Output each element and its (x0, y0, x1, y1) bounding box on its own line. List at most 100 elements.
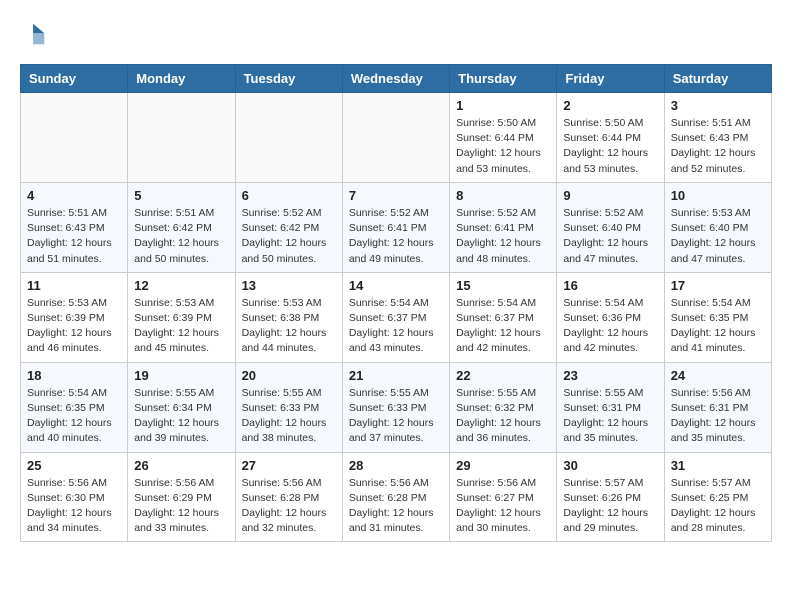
day-info: Sunrise: 5:57 AMSunset: 6:26 PMDaylight:… (563, 476, 657, 537)
day-number: 30 (563, 458, 657, 473)
day-number: 31 (671, 458, 765, 473)
day-number: 7 (349, 188, 443, 203)
calendar-week-row: 18 Sunrise: 5:54 AMSunset: 6:35 PMDayligh… (21, 362, 772, 452)
calendar-day-cell: 2 Sunrise: 5:50 AMSunset: 6:44 PMDaylight… (557, 93, 664, 183)
day-number: 1 (456, 98, 550, 113)
day-number: 11 (27, 278, 121, 293)
calendar-day-cell (21, 93, 128, 183)
day-number: 22 (456, 368, 550, 383)
day-number: 13 (242, 278, 336, 293)
calendar-day-cell: 25 Sunrise: 5:56 AMSunset: 6:30 PMDayligh… (21, 452, 128, 542)
calendar-day-cell: 10 Sunrise: 5:53 AMSunset: 6:40 PMDayligh… (664, 182, 771, 272)
day-info: Sunrise: 5:52 AMSunset: 6:41 PMDaylight:… (456, 206, 550, 267)
calendar-day-cell: 9 Sunrise: 5:52 AMSunset: 6:40 PMDaylight… (557, 182, 664, 272)
day-header-thursday: Thursday (450, 65, 557, 93)
calendar-day-cell: 31 Sunrise: 5:57 AMSunset: 6:25 PMDayligh… (664, 452, 771, 542)
day-info: Sunrise: 5:56 AMSunset: 6:28 PMDaylight:… (349, 476, 443, 537)
calendar-day-cell: 28 Sunrise: 5:56 AMSunset: 6:28 PMDayligh… (342, 452, 449, 542)
day-number: 29 (456, 458, 550, 473)
day-number: 12 (134, 278, 228, 293)
calendar-day-cell (342, 93, 449, 183)
day-number: 27 (242, 458, 336, 473)
day-info: Sunrise: 5:55 AMSunset: 6:32 PMDaylight:… (456, 386, 550, 447)
calendar-day-cell: 26 Sunrise: 5:56 AMSunset: 6:29 PMDayligh… (128, 452, 235, 542)
day-number: 9 (563, 188, 657, 203)
calendar-week-row: 4 Sunrise: 5:51 AMSunset: 6:43 PMDaylight… (21, 182, 772, 272)
logo-icon (20, 20, 48, 48)
day-number: 2 (563, 98, 657, 113)
day-info: Sunrise: 5:53 AMSunset: 6:38 PMDaylight:… (242, 296, 336, 357)
day-number: 15 (456, 278, 550, 293)
calendar-day-cell: 18 Sunrise: 5:54 AMSunset: 6:35 PMDayligh… (21, 362, 128, 452)
day-number: 5 (134, 188, 228, 203)
day-info: Sunrise: 5:54 AMSunset: 6:35 PMDaylight:… (27, 386, 121, 447)
day-info: Sunrise: 5:54 AMSunset: 6:36 PMDaylight:… (563, 296, 657, 357)
day-number: 25 (27, 458, 121, 473)
day-header-saturday: Saturday (664, 65, 771, 93)
day-number: 19 (134, 368, 228, 383)
calendar-week-row: 11 Sunrise: 5:53 AMSunset: 6:39 PMDayligh… (21, 272, 772, 362)
day-number: 28 (349, 458, 443, 473)
day-info: Sunrise: 5:52 AMSunset: 6:40 PMDaylight:… (563, 206, 657, 267)
day-info: Sunrise: 5:56 AMSunset: 6:27 PMDaylight:… (456, 476, 550, 537)
calendar-day-cell: 23Sunrise: 5:55 AMSunset: 6:31 PMDayligh… (557, 362, 664, 452)
calendar-day-cell: 20 Sunrise: 5:55 AMSunset: 6:33 PMDayligh… (235, 362, 342, 452)
day-number: 3 (671, 98, 765, 113)
calendar-day-cell: 30 Sunrise: 5:57 AMSunset: 6:26 PMDayligh… (557, 452, 664, 542)
calendar-day-cell (235, 93, 342, 183)
page-header (20, 20, 772, 48)
day-number: 26 (134, 458, 228, 473)
calendar-day-cell: 17 Sunrise: 5:54 AMSunset: 6:35 PMDayligh… (664, 272, 771, 362)
calendar-header-row: SundayMondayTuesdayWednesdayThursdayFrid… (21, 65, 772, 93)
calendar-day-cell: 16 Sunrise: 5:54 AMSunset: 6:36 PMDayligh… (557, 272, 664, 362)
day-number: 8 (456, 188, 550, 203)
calendar-day-cell: 19 Sunrise: 5:55 AMSunset: 6:34 PMDayligh… (128, 362, 235, 452)
day-info: Sunrise: 5:51 AMSunset: 6:43 PMDaylight:… (27, 206, 121, 267)
day-header-tuesday: Tuesday (235, 65, 342, 93)
day-number: 4 (27, 188, 121, 203)
day-info: Sunrise: 5:56 AMSunset: 6:31 PMDaylight:… (671, 386, 765, 447)
day-info: Sunrise: 5:56 AMSunset: 6:30 PMDaylight:… (27, 476, 121, 537)
calendar-week-row: 25 Sunrise: 5:56 AMSunset: 6:30 PMDayligh… (21, 452, 772, 542)
day-info: Sunrise: 5:53 AMSunset: 6:40 PMDaylight:… (671, 206, 765, 267)
day-info: Sunrise: 5:51 AMSunset: 6:43 PMDaylight:… (671, 116, 765, 177)
calendar-day-cell: 14 Sunrise: 5:54 AMSunset: 6:37 PMDayligh… (342, 272, 449, 362)
calendar-day-cell: 7Sunrise: 5:52 AMSunset: 6:41 PMDaylight… (342, 182, 449, 272)
day-info: Sunrise: 5:53 AMSunset: 6:39 PMDaylight:… (134, 296, 228, 357)
day-info: Sunrise: 5:55 AMSunset: 6:31 PMDaylight:… (563, 386, 657, 447)
day-info: Sunrise: 5:55 AMSunset: 6:33 PMDaylight:… (242, 386, 336, 447)
day-number: 6 (242, 188, 336, 203)
day-info: Sunrise: 5:54 AMSunset: 6:37 PMDaylight:… (349, 296, 443, 357)
day-info: Sunrise: 5:55 AMSunset: 6:34 PMDaylight:… (134, 386, 228, 447)
calendar-day-cell: 3 Sunrise: 5:51 AMSunset: 6:43 PMDaylight… (664, 93, 771, 183)
calendar-day-cell: 12 Sunrise: 5:53 AMSunset: 6:39 PMDayligh… (128, 272, 235, 362)
day-number: 17 (671, 278, 765, 293)
calendar-day-cell: 11 Sunrise: 5:53 AMSunset: 6:39 PMDayligh… (21, 272, 128, 362)
calendar-day-cell: 21Sunrise: 5:55 AMSunset: 6:33 PMDayligh… (342, 362, 449, 452)
day-number: 16 (563, 278, 657, 293)
calendar-day-cell: 24Sunrise: 5:56 AMSunset: 6:31 PMDayligh… (664, 362, 771, 452)
day-info: Sunrise: 5:54 AMSunset: 6:35 PMDaylight:… (671, 296, 765, 357)
day-info: Sunrise: 5:56 AMSunset: 6:29 PMDaylight:… (134, 476, 228, 537)
calendar-day-cell: 15 Sunrise: 5:54 AMSunset: 6:37 PMDayligh… (450, 272, 557, 362)
day-info: Sunrise: 5:57 AMSunset: 6:25 PMDaylight:… (671, 476, 765, 537)
day-number: 20 (242, 368, 336, 383)
logo (20, 20, 52, 48)
day-info: Sunrise: 5:53 AMSunset: 6:39 PMDaylight:… (27, 296, 121, 357)
calendar-day-cell: 1Sunrise: 5:50 AMSunset: 6:44 PMDaylight… (450, 93, 557, 183)
day-number: 18 (27, 368, 121, 383)
calendar-day-cell: 27Sunrise: 5:56 AMSunset: 6:28 PMDayligh… (235, 452, 342, 542)
day-header-sunday: Sunday (21, 65, 128, 93)
calendar-day-cell: 6Sunrise: 5:52 AMSunset: 6:42 PMDaylight… (235, 182, 342, 272)
calendar-week-row: 1 Sunrise: 5:50 AMSunset: 6:44 PMDaylight… (21, 93, 772, 183)
calendar-day-cell: 8 Sunrise: 5:52 AMSunset: 6:41 PMDaylight… (450, 182, 557, 272)
day-number: 10 (671, 188, 765, 203)
day-info: Sunrise: 5:51 AMSunset: 6:42 PMDaylight:… (134, 206, 228, 267)
day-info: Sunrise: 5:54 AMSunset: 6:37 PMDaylight:… (456, 296, 550, 357)
day-info: Sunrise: 5:50 AMSunset: 6:44 PMDaylight:… (563, 116, 657, 177)
calendar-day-cell: 22 Sunrise: 5:55 AMSunset: 6:32 PMDayligh… (450, 362, 557, 452)
calendar-day-cell: 4 Sunrise: 5:51 AMSunset: 6:43 PMDaylight… (21, 182, 128, 272)
day-header-friday: Friday (557, 65, 664, 93)
day-number: 14 (349, 278, 443, 293)
calendar-day-cell (128, 93, 235, 183)
